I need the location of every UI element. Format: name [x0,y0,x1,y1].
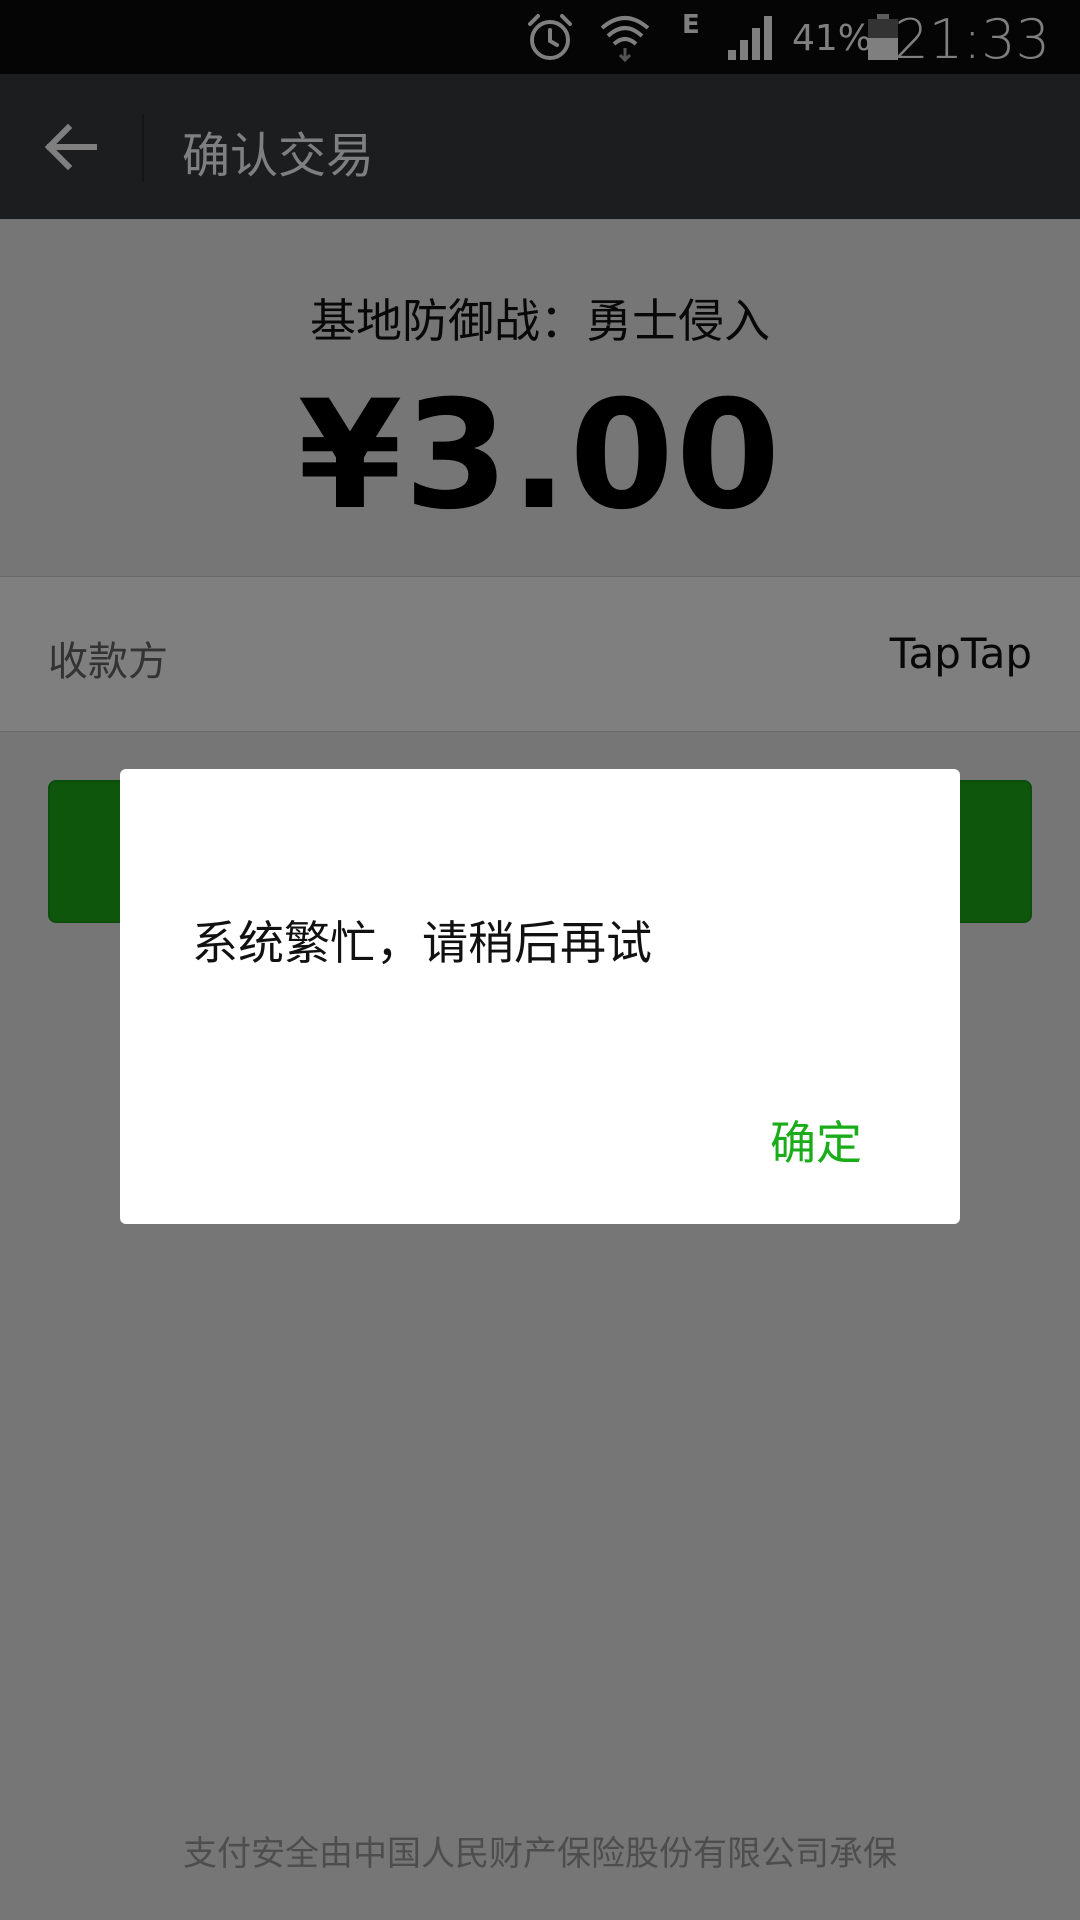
modal-overlay[interactable]: 系统繁忙，请稍后再试 确定 [0,0,1080,1920]
dialog-message: 系统繁忙，请稍后再试 [192,916,652,970]
dialog-ok-button[interactable]: 确定 [770,1107,862,1173]
payment-confirm-screen: E 41% 21:33 确认交易 基地防御战：勇士侵入 ¥3.00 收款方 Ta… [0,0,1080,1920]
alert-dialog: 系统繁忙，请稍后再试 确定 [120,769,960,1224]
